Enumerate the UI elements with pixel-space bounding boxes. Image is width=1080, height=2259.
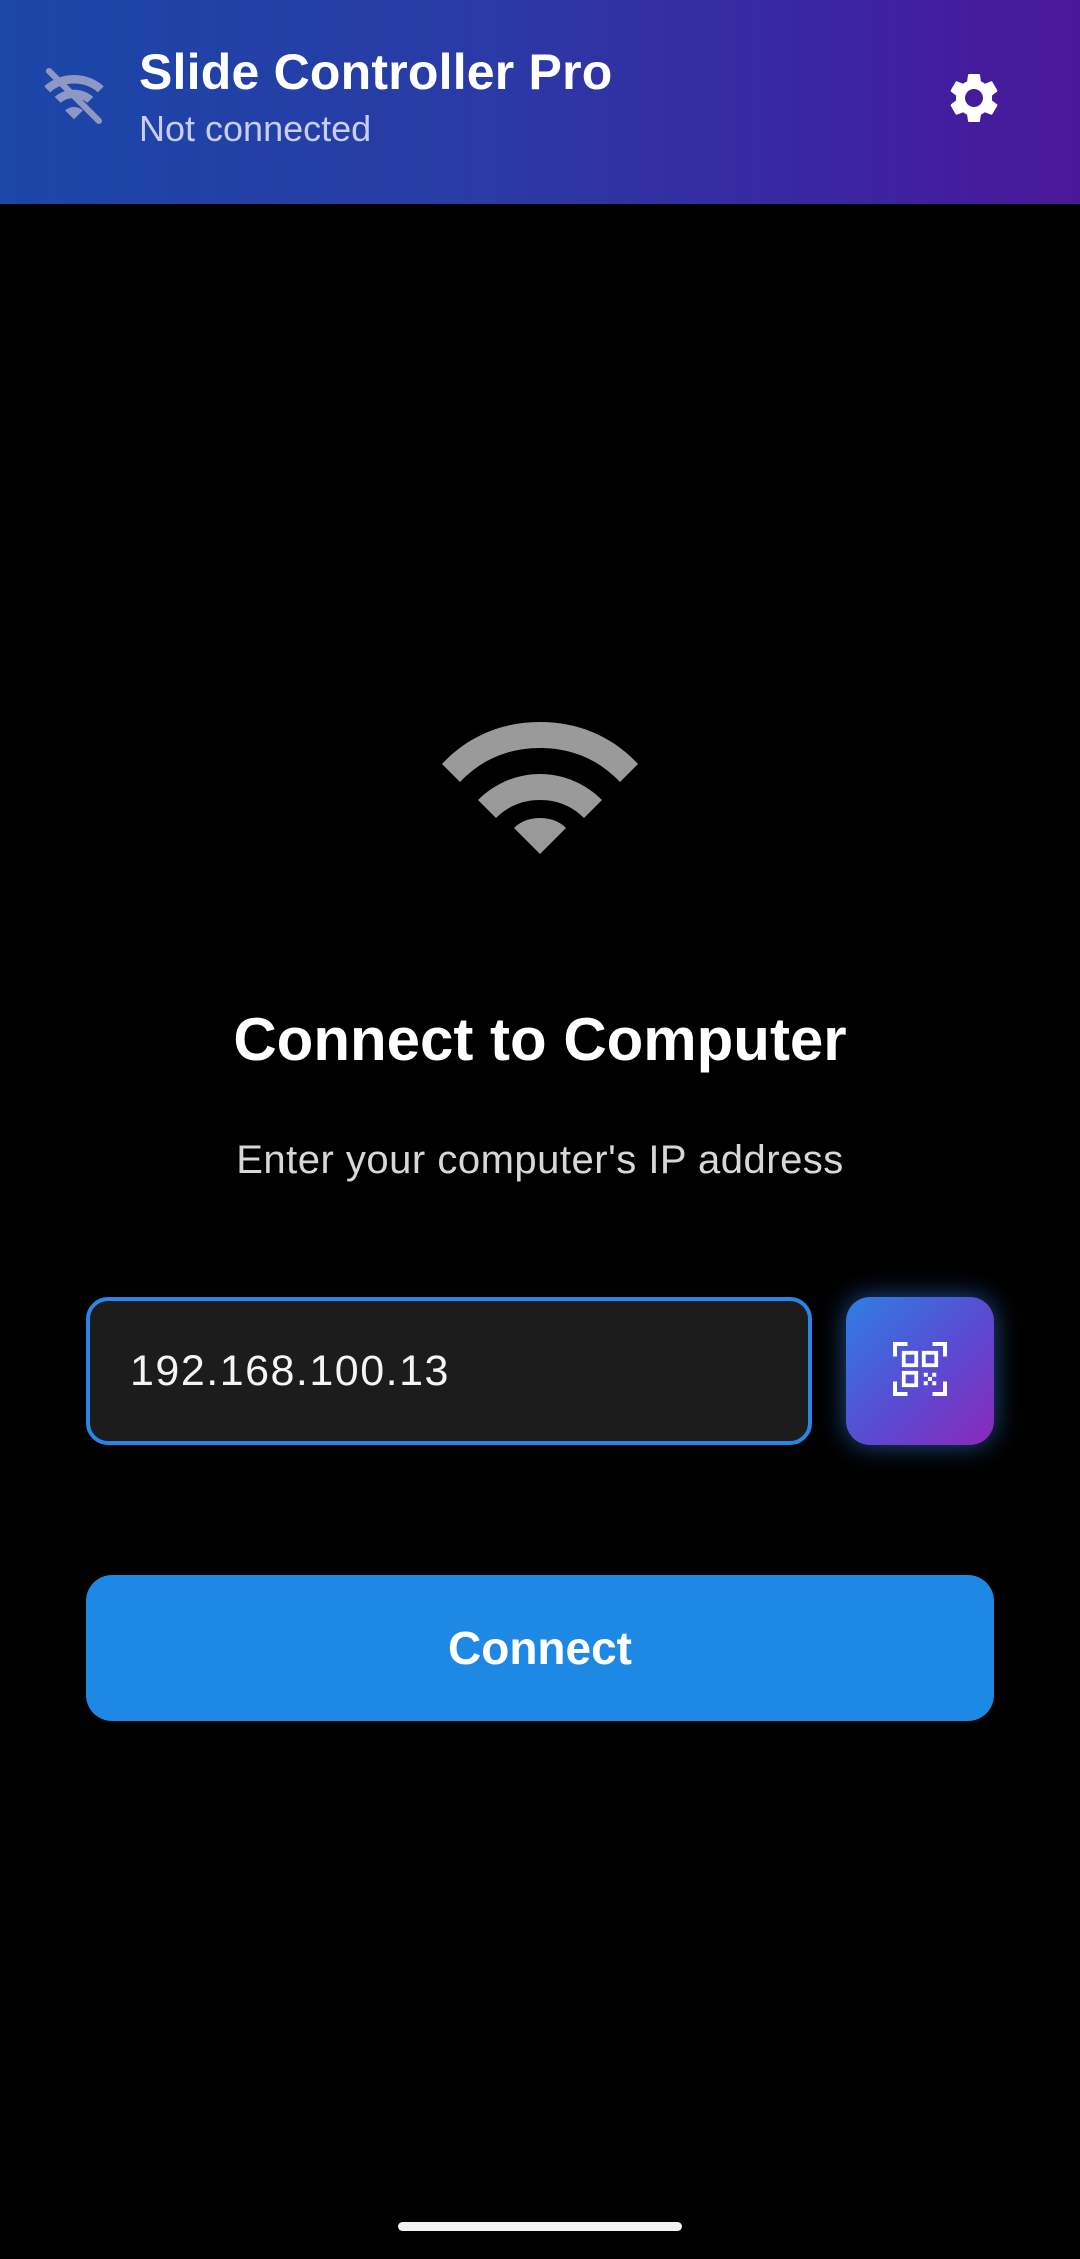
connect-button[interactable]: Connect (86, 1575, 994, 1721)
home-indicator[interactable] (398, 2222, 682, 2231)
title-block: Slide Controller Pro Not connected (139, 40, 613, 154)
qr-scan-button[interactable] (846, 1297, 994, 1445)
ip-address-field[interactable] (86, 1297, 812, 1445)
app-bar: Slide Controller Pro Not connected (0, 0, 1080, 204)
connect-heading: Connect to Computer (233, 1006, 847, 1073)
screen: Slide Controller Pro Not connected Conne… (0, 0, 1080, 2259)
qr-code-scan-icon (890, 1339, 950, 1404)
wifi-icon (440, 712, 640, 858)
connect-instructions: Enter your computer's IP address (236, 1138, 844, 1182)
ip-address-input[interactable] (130, 1346, 770, 1396)
app-title: Slide Controller Pro (139, 44, 613, 100)
wifi-off-icon (40, 62, 108, 130)
gear-icon (944, 68, 1004, 133)
connection-status: Not connected (139, 108, 372, 149)
settings-button[interactable] (934, 60, 1014, 140)
